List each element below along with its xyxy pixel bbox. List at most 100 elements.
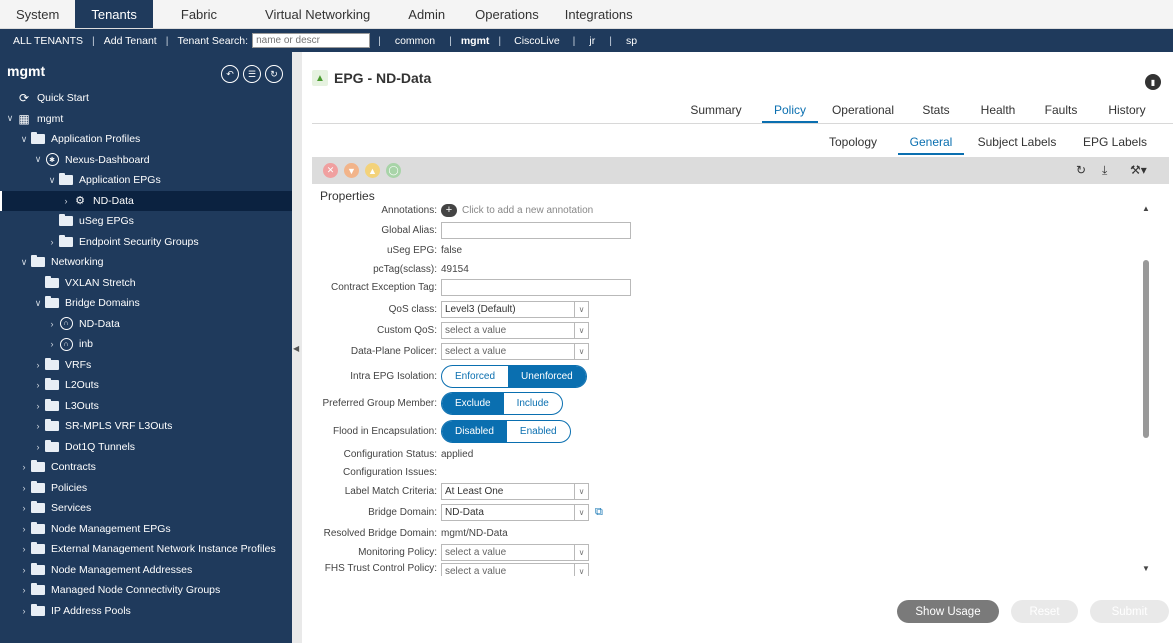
global-alias-input[interactable] — [441, 221, 631, 239]
chevron-down-icon[interactable]: ∨ — [574, 301, 588, 317]
tree-item-contracts[interactable]: › Contracts — [0, 457, 292, 478]
tenant-link-jr[interactable]: jr — [577, 35, 607, 47]
chevron-right-icon[interactable]: › — [46, 339, 58, 349]
chevron-right-icon[interactable]: › — [46, 237, 58, 247]
all-tenants-link[interactable]: ALL TENANTS — [6, 35, 90, 47]
chevron-right-icon[interactable]: › — [18, 483, 30, 493]
tree-item-node-management-epgs[interactable]: › Node Management EPGs — [0, 519, 292, 540]
option-include[interactable]: Include — [504, 393, 562, 414]
tenant-link-sp[interactable]: sp — [614, 35, 649, 47]
tree-item-mgmt[interactable]: ∨ ▦ mgmt — [0, 109, 292, 130]
tree-item-nexus-dashboard[interactable]: ∨ ✱ Nexus-Dashboard — [0, 150, 292, 171]
option-enforced[interactable]: Enforced — [442, 366, 508, 387]
chevron-right-icon[interactable]: › — [32, 401, 44, 411]
tree-item-bd-inb[interactable]: › ∩ inb — [0, 334, 292, 355]
critical-fault-icon[interactable]: ✕ — [323, 163, 338, 178]
tools-icon[interactable]: ⚒▾ — [1130, 163, 1147, 177]
chevron-down-icon[interactable]: ∨ — [574, 564, 588, 576]
tree-item-policies[interactable]: › Policies — [0, 478, 292, 499]
tab-operational[interactable]: Operational — [830, 100, 896, 123]
contract-exception-tag-input[interactable] — [441, 278, 631, 296]
tab-health[interactable]: Health — [976, 100, 1020, 123]
option-unenforced[interactable]: Unenforced — [508, 366, 586, 387]
chevron-right-icon[interactable]: › — [18, 503, 30, 513]
tab-admin[interactable]: Admin — [390, 0, 463, 28]
form-scrollbar[interactable]: ▲ ▼ — [1140, 200, 1152, 578]
chevron-down-icon[interactable]: ∨ — [18, 257, 30, 268]
chevron-right-icon[interactable]: › — [18, 462, 30, 472]
tree-item-ip-address-pools[interactable]: › IP Address Pools — [0, 601, 292, 622]
show-usage-button[interactable]: Show Usage — [897, 600, 999, 623]
tab-history[interactable]: History — [1102, 100, 1152, 123]
chevron-down-icon[interactable]: ∨ — [18, 134, 30, 145]
chevron-right-icon[interactable]: › — [18, 585, 30, 595]
chevron-right-icon[interactable]: › — [60, 196, 72, 206]
data-plane-policer-select[interactable]: select a value ∨ — [441, 342, 589, 360]
tree-item-application-profiles[interactable]: ∨ Application Profiles — [0, 129, 292, 150]
tree-item-l2outs[interactable]: › L2Outs — [0, 375, 292, 396]
tenant-link-ciscolive[interactable]: CiscoLive — [503, 35, 571, 47]
chevron-right-icon[interactable]: › — [32, 442, 44, 452]
fhs-trust-control-select[interactable]: select a value ∨ — [441, 563, 589, 576]
chevron-down-icon[interactable]: ∨ — [574, 483, 588, 499]
tree-item-quick-start[interactable]: ⟳ Quick Start — [0, 88, 292, 109]
chevron-down-icon[interactable]: ∨ — [574, 343, 588, 359]
chevron-down-icon[interactable]: ∨ — [574, 544, 588, 560]
chevron-down-icon[interactable]: ∨ — [32, 298, 44, 309]
chevron-right-icon[interactable]: › — [18, 524, 30, 534]
tree-item-bd-nd-data[interactable]: › ∩ ND-Data — [0, 314, 292, 335]
chevron-right-icon[interactable]: › — [32, 380, 44, 390]
subtab-epg-labels[interactable]: EPG Labels — [1082, 132, 1148, 155]
major-fault-icon[interactable]: ▼ — [344, 163, 359, 178]
tree-item-node-management-addresses[interactable]: › Node Management Addresses — [0, 560, 292, 581]
subtab-subject-labels[interactable]: Subject Labels — [976, 132, 1058, 155]
tree-item-nd-data-epg[interactable]: › ⚙ ND-Data — [0, 190, 292, 211]
option-disabled[interactable]: Disabled — [442, 421, 507, 442]
monitoring-policy-select[interactable]: select a value ∨ — [441, 543, 589, 561]
scroll-up-icon[interactable]: ▲ — [1142, 204, 1150, 213]
tree-item-bridge-domains[interactable]: ∨ Bridge Domains — [0, 293, 292, 314]
subtab-general[interactable]: General — [898, 132, 964, 155]
list-view-icon[interactable]: ☰ — [243, 65, 261, 83]
tab-fabric[interactable]: Fabric — [153, 0, 245, 28]
submit-button[interactable]: Submit — [1090, 600, 1169, 623]
bridge-domain-select[interactable]: ND-Data ∨ — [441, 503, 589, 521]
tree-item-l3outs[interactable]: › L3Outs — [0, 396, 292, 417]
tab-operations[interactable]: Operations — [463, 0, 551, 28]
warning-fault-icon[interactable]: ◯ — [386, 163, 401, 178]
tree-item-application-epgs[interactable]: ∨ Application EPGs — [0, 170, 292, 191]
chevron-right-icon[interactable]: › — [32, 421, 44, 431]
tab-integrations[interactable]: Integrations — [551, 0, 647, 28]
tab-faults[interactable]: Faults — [1042, 100, 1080, 123]
refresh-icon[interactable]: ↻ — [1076, 163, 1086, 177]
tree-item-endpoint-security-groups[interactable]: › Endpoint Security Groups — [0, 232, 292, 253]
tree-item-external-mgmt-network-instance-profiles[interactable]: › External Management Network Instance P… — [0, 539, 292, 560]
chevron-right-icon[interactable]: › — [18, 544, 30, 554]
tree-item-vrfs[interactable]: › VRFs — [0, 355, 292, 376]
open-external-icon[interactable]: ⧉ — [595, 506, 608, 518]
tab-summary[interactable]: Summary — [690, 100, 742, 123]
add-annotation-control[interactable]: + Click to add a new annotation — [441, 203, 593, 217]
tree-item-managed-node-connectivity-groups[interactable]: › Managed Node Connectivity Groups — [0, 580, 292, 601]
chevron-right-icon[interactable]: › — [18, 606, 30, 616]
pane-splitter[interactable]: ◀ — [292, 52, 302, 643]
chevron-down-icon[interactable]: ∨ — [4, 113, 16, 124]
tenant-link-mgmt[interactable]: mgmt — [454, 35, 497, 47]
chevron-down-icon[interactable]: ∨ — [574, 322, 588, 338]
chevron-right-icon[interactable]: › — [18, 565, 30, 575]
custom-qos-select[interactable]: select a value ∨ — [441, 321, 589, 339]
chevron-down-icon[interactable]: ∨ — [32, 154, 44, 165]
chevron-right-icon[interactable]: › — [32, 360, 44, 370]
download-icon[interactable]: ⤓ — [1102, 163, 1107, 178]
chevron-right-icon[interactable]: › — [46, 319, 58, 329]
bookmark-icon[interactable]: ▮ — [1145, 74, 1161, 90]
tab-system[interactable]: System — [0, 0, 75, 28]
option-exclude[interactable]: Exclude — [442, 393, 504, 414]
subtab-topology[interactable]: Topology — [826, 132, 880, 155]
add-icon[interactable]: + — [441, 203, 457, 217]
tree-item-dot1q-tunnels[interactable]: › Dot1Q Tunnels — [0, 437, 292, 458]
tab-stats[interactable]: Stats — [918, 100, 954, 123]
tenant-search-input[interactable] — [252, 33, 371, 48]
tab-tenants[interactable]: Tenants — [75, 0, 153, 28]
tenant-link-common[interactable]: common — [383, 35, 447, 47]
